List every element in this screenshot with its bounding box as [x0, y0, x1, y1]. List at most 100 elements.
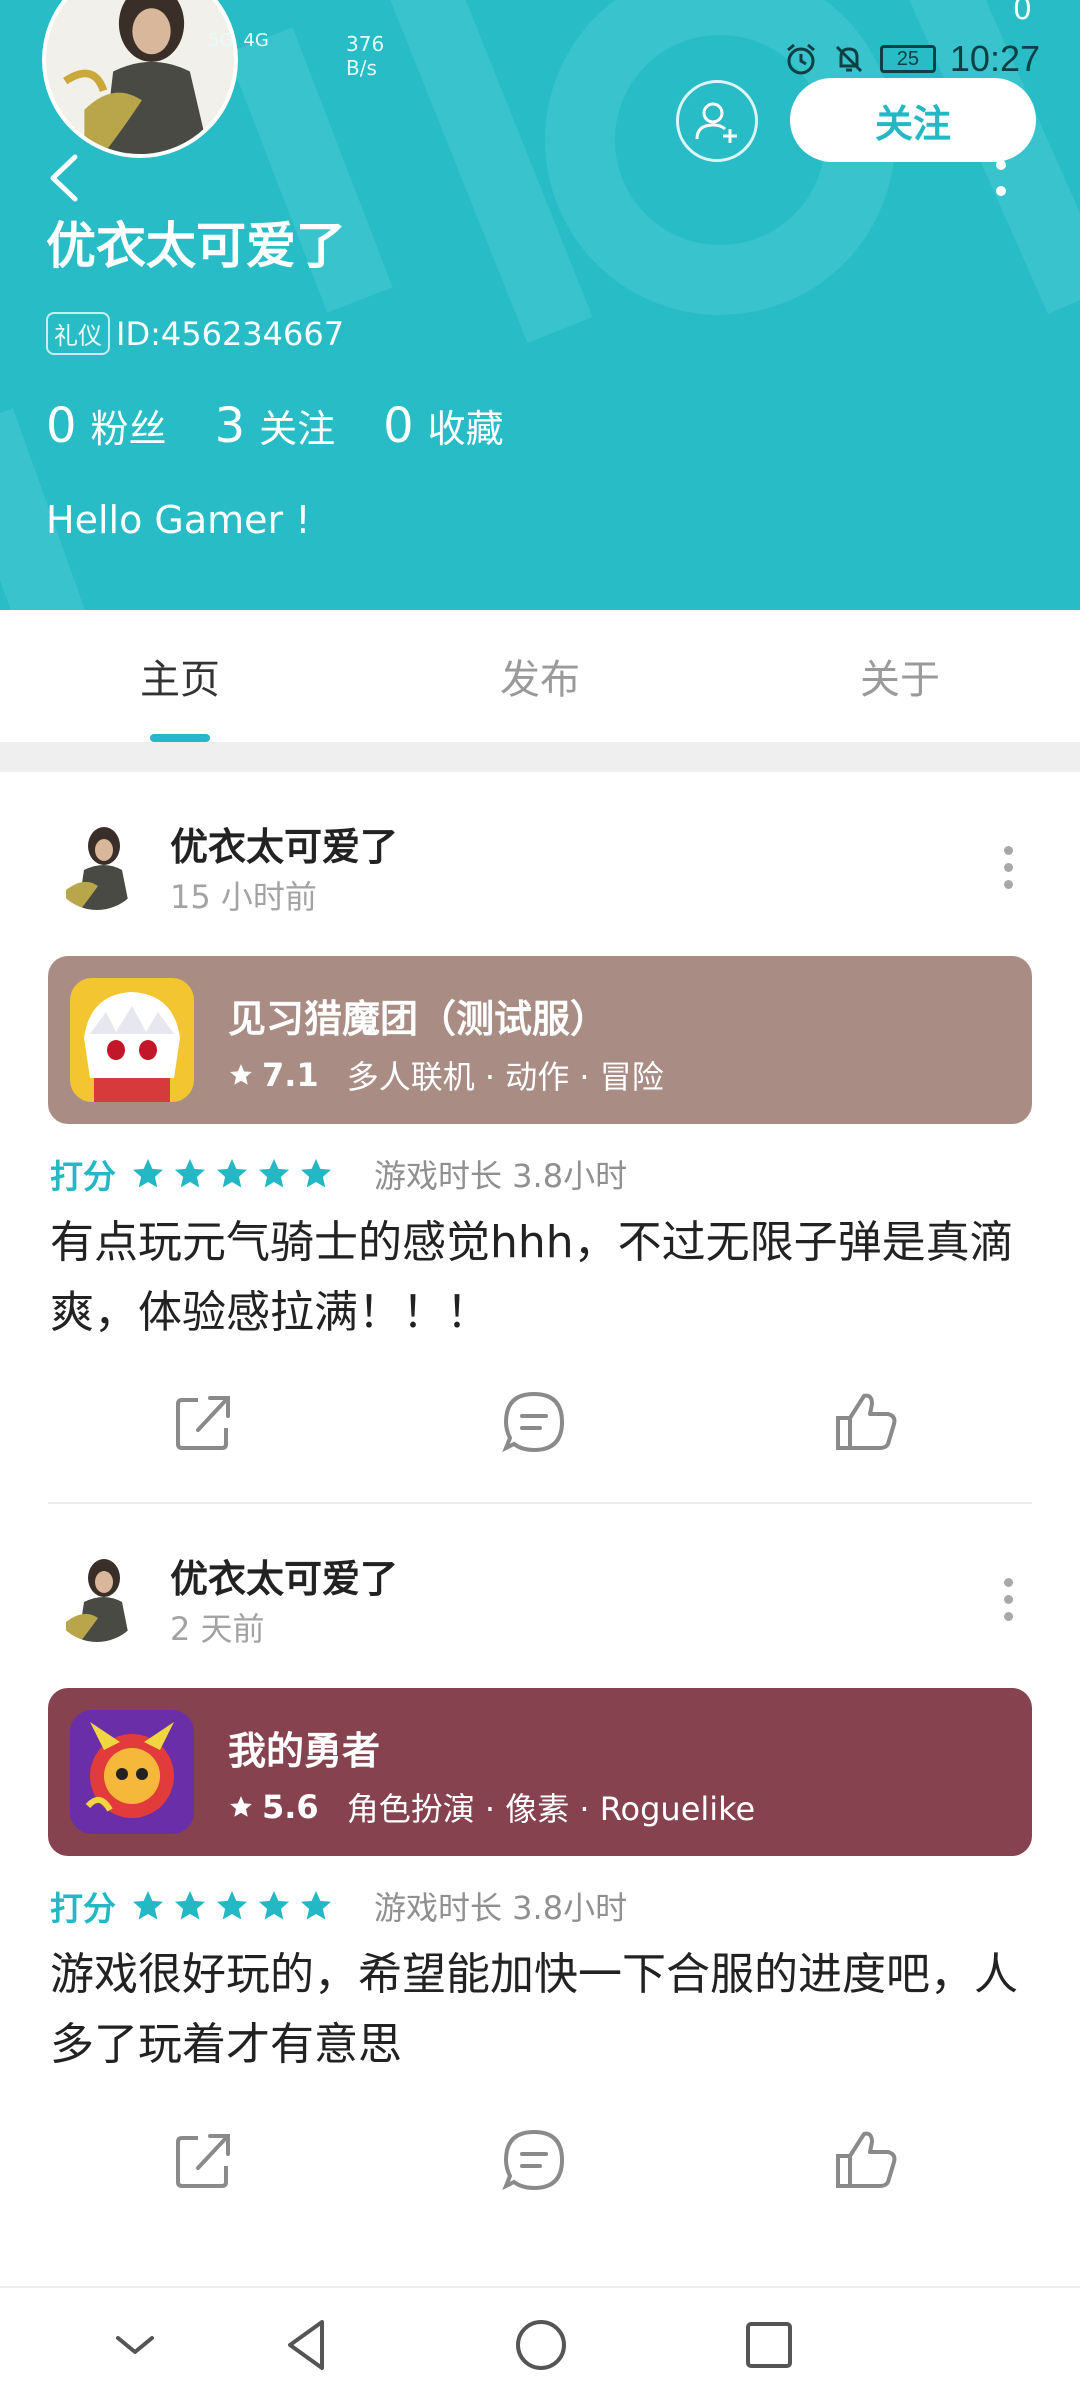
share-button[interactable]: [168, 2124, 240, 2196]
post-text: 游戏很好玩的，希望能加快一下合服的进度吧，人多了玩着才有意思: [50, 1949, 1018, 2070]
star-icon: [301, 1159, 331, 1188]
game-icon: [70, 978, 194, 1102]
like-button[interactable]: [830, 2124, 902, 2196]
star-icon: [259, 1159, 289, 1188]
post-card: 优衣太可爱了 15 小时前 见习猎魔团（测试服） 7.1 多人联机 · 动作 ·…: [0, 772, 1080, 1504]
stat-label: 粉丝: [90, 407, 167, 451]
star-icon: [175, 1159, 205, 1188]
more-menu-button[interactable]: [990, 160, 1010, 200]
status-network: 5G 4G: [208, 30, 269, 51]
follow-button[interactable]: 关注: [790, 78, 1036, 162]
game-card[interactable]: 见习猎魔团（测试服） 7.1 多人联机 · 动作 · 冒险: [48, 956, 1032, 1124]
nav-collapse-button[interactable]: [102, 2312, 168, 2378]
post-time: 15 小时前: [170, 878, 317, 916]
profile-id: ID:456234667: [116, 314, 345, 353]
nav-back-button[interactable]: [276, 2312, 342, 2378]
more-dot: [996, 160, 1006, 170]
tab-label: 发布: [500, 657, 580, 703]
thumbs-up-icon: [836, 2131, 897, 2188]
post-author-name: 优衣太可爱了: [170, 1557, 399, 1601]
triangle-back-icon: [288, 2320, 324, 2370]
post-author-avatar[interactable]: [50, 816, 144, 910]
stat-label: 收藏: [427, 407, 504, 451]
star-icon: [217, 1159, 247, 1188]
game-meta: 5.6 角色扮演 · 像素 · Roguelike: [228, 1784, 755, 1830]
comment-button[interactable]: [498, 1386, 570, 1458]
star-icon: [133, 1891, 163, 1920]
profile-header: 5G 4G 376 B/s 25 10:27 0 关注 优衣太可爱了 礼仪 ID…: [0, 0, 1080, 610]
tab-posts[interactable]: 发布: [360, 610, 720, 742]
circle-home-icon: [516, 2320, 566, 2370]
tab-home[interactable]: 主页: [0, 610, 360, 742]
profile-id-row: 礼仪 ID:456234667: [46, 312, 344, 355]
system-nav-bar: [0, 2286, 1080, 2400]
stat-number: 0: [383, 398, 414, 454]
nav-home-button[interactable]: [508, 2312, 574, 2378]
stat-following[interactable]: 3 关注: [215, 398, 336, 454]
post-actions: [0, 2124, 1080, 2204]
thumbs-up-icon: [836, 1393, 897, 1450]
profile-stats: 0 粉丝 3 关注 0 收藏: [46, 398, 552, 454]
comment-icon: [502, 1391, 565, 1453]
chevron-down-icon: [116, 2336, 154, 2354]
stat-favorites[interactable]: 0 收藏: [383, 398, 504, 454]
status-speed: 376 B/s: [346, 32, 384, 80]
profile-tabs: 主页 发布 关于: [0, 610, 1080, 742]
post-more-button[interactable]: [998, 846, 1018, 890]
playtime: 游戏时长 3.8小时: [374, 1157, 628, 1195]
star-icon: [230, 1064, 252, 1085]
add-friend-button[interactable]: [676, 80, 758, 162]
share-icon: [176, 2134, 230, 2188]
game-rating: 7.1: [262, 1056, 319, 1094]
more-dot: [1004, 880, 1013, 889]
nav-recents-button[interactable]: [736, 2312, 802, 2378]
speed-value: 376: [346, 32, 385, 56]
back-button[interactable]: [44, 150, 84, 206]
comment-button[interactable]: [498, 2124, 570, 2196]
stat-label: 关注: [259, 407, 336, 451]
speed-unit: B/s: [346, 56, 377, 80]
star-icon: [217, 1891, 247, 1920]
game-title: 我的勇者: [228, 1729, 381, 1773]
post-actions: [0, 1386, 1080, 1466]
rating-label: 打分: [50, 1157, 116, 1196]
tab-label: 关于: [860, 657, 940, 703]
status-right: 25 10:27: [784, 38, 1040, 80]
star-icon: [230, 1796, 252, 1817]
more-dot: [1004, 846, 1013, 855]
status-time: 10:27: [949, 38, 1040, 79]
battery-indicator: 25: [879, 45, 936, 73]
more-dot: [1004, 1612, 1013, 1621]
profile-name: 优衣太可爱了: [46, 217, 346, 275]
star-icon: [133, 1159, 163, 1188]
rating-row: 打分 游戏时长 3.8小时: [50, 1150, 627, 1198]
tab-active-indicator: [150, 734, 210, 742]
game-title: 见习猎魔团（测试服）: [228, 997, 609, 1041]
network-4g-label: 4G: [243, 30, 269, 51]
more-dot: [1004, 1578, 1013, 1587]
post-author-name: 优衣太可爱了: [170, 825, 399, 869]
network-5g-label: 5G: [208, 30, 234, 51]
section-separator: [0, 742, 1080, 772]
game-card[interactable]: 我的勇者 5.6 角色扮演 · 像素 · Roguelike: [48, 1688, 1032, 1856]
share-button[interactable]: [168, 1386, 240, 1458]
stat-number: 0: [46, 398, 77, 454]
post-more-button[interactable]: [998, 1578, 1018, 1622]
post-author-avatar[interactable]: [50, 1548, 144, 1642]
stat-followers[interactable]: 0 粉丝: [46, 398, 167, 454]
tab-label: 主页: [140, 657, 220, 703]
more-dot: [1004, 863, 1013, 872]
rating-label: 打分: [50, 1889, 116, 1928]
playtime: 游戏时长 3.8小时: [374, 1889, 628, 1927]
post-card: 优衣太可爱了 2 天前 我的勇者 5.6 角色扮演 · 像素 · Rogueli…: [0, 1504, 1080, 2264]
rating-stars: [130, 1156, 334, 1192]
square-recents-icon: [746, 2322, 792, 2368]
tab-about[interactable]: 关于: [720, 610, 1080, 742]
star-icon: [259, 1891, 289, 1920]
more-dot: [996, 186, 1006, 196]
game-icon: [70, 1710, 194, 1834]
profile-badge: 礼仪: [46, 312, 110, 355]
star-icon: [301, 1891, 331, 1920]
like-button[interactable]: [830, 1386, 902, 1458]
comment-icon: [502, 2129, 565, 2191]
